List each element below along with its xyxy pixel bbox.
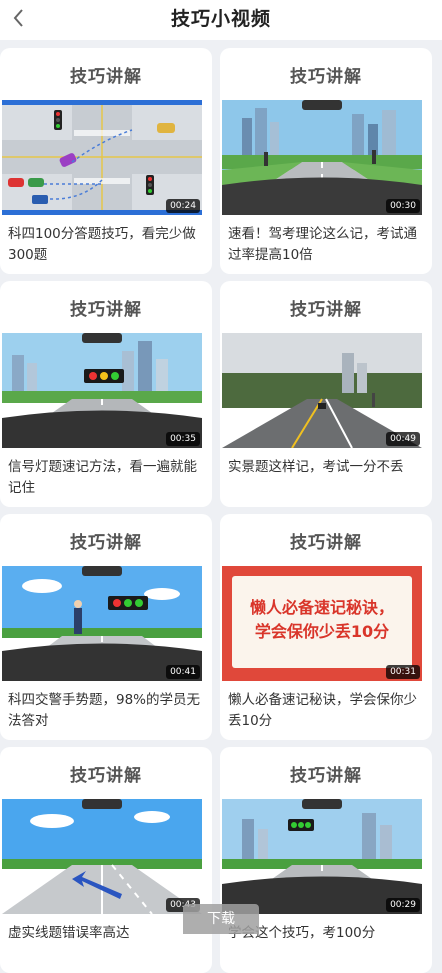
video-duration: 00:29	[386, 898, 420, 912]
video-thumbnail[interactable]: 00:24	[2, 100, 202, 215]
video-description: 懒人必备速记秘诀，学会保你少丢10分	[228, 692, 417, 729]
video-duration: 00:30	[386, 199, 420, 213]
poster-line: 学会保你少丢10分	[254, 622, 390, 641]
video-thumbnail[interactable]: 00:41	[2, 566, 202, 681]
video-description: 速看！驾考理论这么记，考试通过率提高10倍	[228, 226, 417, 263]
video-card[interactable]: 技巧讲解 00:43 虚实线题错误率高达	[0, 747, 212, 973]
video-card[interactable]: 技巧讲解 00:24 科四100分答题技巧，看完少做300题	[0, 48, 212, 274]
top-bar: 技巧小视频	[0, 0, 442, 40]
video-thumbnail[interactable]: 00:49	[222, 333, 422, 448]
video-card[interactable]: 技巧讲解 懒人必备速记秘诀， 学会保你少丢10分 00:31 懒人必备速记秘诀，…	[220, 514, 432, 740]
video-description: 科四交警手势题，98%的学员无法答对	[8, 692, 201, 729]
video-description: 虚实线题错误率高达	[8, 925, 130, 941]
card-heading: 技巧讲解	[290, 766, 362, 786]
download-button[interactable]: 下载	[183, 904, 259, 934]
video-thumbnail[interactable]: 00:43	[2, 799, 202, 914]
card-heading: 技巧讲解	[290, 67, 362, 87]
video-duration: 00:41	[166, 665, 200, 679]
video-description: 信号灯题速记方法，看一遍就能记住	[8, 459, 197, 496]
card-heading: 技巧讲解	[70, 67, 142, 87]
video-card[interactable]: 技巧讲解 00:35 信号灯题速记方法，看一遍就能记住	[0, 281, 212, 507]
video-thumbnail[interactable]: 00:35	[2, 333, 202, 448]
video-thumbnail[interactable]: 懒人必备速记秘诀， 学会保你少丢10分 00:31	[222, 566, 422, 681]
card-heading: 技巧讲解	[290, 300, 362, 320]
video-card[interactable]: 技巧讲解 00:29 学会这个技巧，考100分	[220, 747, 432, 973]
video-duration: 00:49	[386, 432, 420, 446]
video-card[interactable]: 技巧讲解 00:30 速看！驾考理论这么记，考试通过率提高10倍	[220, 48, 432, 274]
card-heading: 技巧讲解	[290, 533, 362, 553]
poster-line: 懒人必备速记秘诀，	[249, 598, 394, 617]
video-duration: 00:24	[166, 199, 200, 213]
video-thumbnail[interactable]: 00:30	[222, 100, 422, 215]
video-duration: 00:35	[166, 432, 200, 446]
video-description: 实景题这样记，考试一分不丢	[228, 459, 404, 475]
video-card[interactable]: 技巧讲解 00:41 科四交警手势题，98%的学员无法答对	[0, 514, 212, 740]
card-heading: 技巧讲解	[70, 300, 142, 320]
card-heading: 技巧讲解	[70, 533, 142, 553]
video-duration: 00:31	[386, 665, 420, 679]
video-description: 科四100分答题技巧，看完少做300题	[8, 226, 196, 263]
video-thumbnail[interactable]: 00:29	[222, 799, 422, 914]
video-card[interactable]: 技巧讲解 00:49 实景题这样记，考试一分不丢	[220, 281, 432, 507]
page-title: 技巧小视频	[170, 8, 271, 30]
card-heading: 技巧讲解	[70, 766, 142, 786]
